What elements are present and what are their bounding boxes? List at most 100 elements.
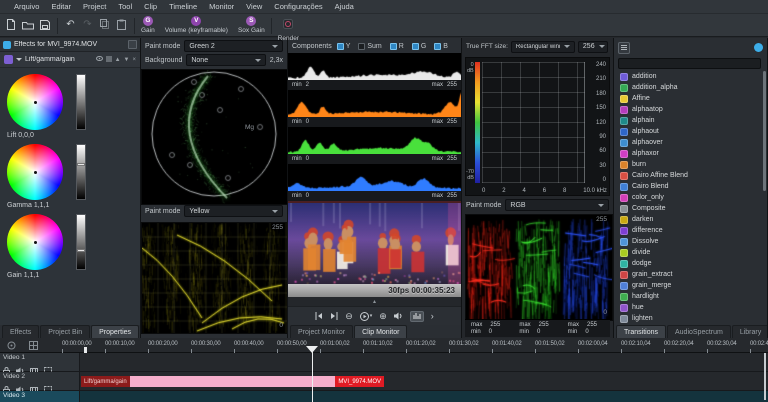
zone-start-button[interactable]	[315, 312, 323, 320]
component-checkbox[interactable]: B	[434, 43, 448, 50]
timeline-track[interactable]: Video 3	[0, 391, 768, 402]
play-button[interactable]: ▾	[360, 312, 373, 321]
transition-list-item[interactable]: hue	[616, 302, 761, 313]
show-effect-icon[interactable]	[96, 56, 103, 63]
transition-search-input[interactable]	[618, 58, 761, 69]
render-button[interactable]: Render	[278, 16, 299, 42]
undock-button[interactable]	[128, 40, 137, 49]
menu-item[interactable]: Clip	[138, 0, 163, 13]
zone-end-button[interactable]	[330, 312, 338, 320]
transition-list-item[interactable]: divide	[616, 247, 761, 258]
transition-list-item[interactable]: alphaout	[616, 126, 761, 137]
vectorscope-background-select[interactable]: None	[186, 54, 265, 66]
fft-size-select[interactable]: 256	[578, 41, 608, 53]
transition-list-item[interactable]: alphaatop	[616, 104, 761, 115]
wheel-slider[interactable]	[76, 74, 86, 130]
vectorscope-paint-mode-select[interactable]: Green 2	[184, 40, 283, 52]
color-wheel[interactable]	[7, 214, 63, 270]
wheel-slider[interactable]	[76, 144, 86, 200]
monitor-collapse-handle[interactable]: ▴	[288, 297, 461, 306]
transition-list-item[interactable]: burn	[616, 159, 761, 170]
timeline-clip[interactable]: Lift/gamma/gain MVI_9974.MOV	[81, 376, 384, 387]
audio-level-toggle[interactable]	[410, 311, 424, 322]
delete-effect-icon[interactable]: ×	[132, 57, 136, 63]
dock-tab[interactable]: Effects	[2, 325, 39, 338]
copy-icon[interactable]	[98, 18, 111, 31]
effect-button[interactable]: S Sox Gain	[238, 16, 265, 34]
list-view-icon[interactable]	[618, 42, 630, 54]
transition-list-item[interactable]: alphain	[616, 115, 761, 126]
effect-button[interactable]: V Volume (keyframable)	[165, 16, 228, 34]
open-folder-icon[interactable]	[21, 18, 34, 31]
list-scrollbar[interactable]	[763, 71, 766, 191]
paste-icon[interactable]	[115, 18, 128, 31]
undo-icon[interactable]: ↶	[64, 18, 77, 31]
transition-list-item[interactable]: dodge	[616, 258, 761, 269]
component-checkbox[interactable]: G	[412, 43, 426, 50]
effect-button[interactable]: G Gain	[141, 16, 155, 34]
transition-list-item[interactable]: color_only	[616, 192, 761, 203]
transition-list-item[interactable]: difference	[616, 225, 761, 236]
menu-item[interactable]: Tool	[112, 0, 138, 13]
previous-frame-button[interactable]: ⊖	[345, 312, 353, 321]
move-up-icon[interactable]: ▲	[115, 57, 121, 63]
transition-list-item[interactable]: hardlight	[616, 291, 761, 302]
track-header[interactable]: Video 2	[0, 372, 80, 390]
dock-tab[interactable]: Library	[732, 325, 768, 338]
transition-list-item[interactable]: addition	[616, 71, 761, 82]
transition-list-item[interactable]: grain_merge	[616, 280, 761, 291]
menu-item[interactable]: Arquivo	[8, 0, 45, 13]
fft-window-select[interactable]: Rectangular window	[511, 41, 575, 53]
transition-list-item[interactable]: addition_alpha	[616, 82, 761, 93]
component-checkbox[interactable]: Sum	[358, 43, 381, 50]
mute-button[interactable]	[394, 312, 403, 320]
next-frame-button[interactable]: ⊕	[379, 312, 387, 321]
preset-menu-icon[interactable]	[106, 56, 112, 64]
monitor-tab[interactable]: Project Monitor	[290, 325, 353, 338]
transition-list-item[interactable]: Dissolve	[616, 236, 761, 247]
timeline-target-icon[interactable]	[6, 340, 17, 351]
dock-tab[interactable]: Transitions	[616, 325, 666, 338]
color-wheel[interactable]	[7, 74, 63, 130]
overflow-chevron-icon[interactable]: ›	[431, 312, 434, 321]
color-wheel[interactable]	[7, 144, 63, 200]
timeline-ruler[interactable]: 00:00:00,0000:00:10,0000:00:20,0000:00:3…	[0, 338, 768, 353]
wheel-slider[interactable]	[76, 214, 86, 270]
menu-item[interactable]: Project	[77, 0, 112, 13]
redo-icon[interactable]: ↷	[81, 18, 94, 31]
timeline-track[interactable]: Video 1	[0, 353, 768, 372]
new-document-icon[interactable]	[4, 18, 17, 31]
transition-list-item[interactable]: Affine	[616, 93, 761, 104]
info-icon[interactable]	[754, 43, 763, 52]
move-down-icon[interactable]: ▼	[124, 57, 130, 63]
dock-tab[interactable]: Project Bin	[40, 325, 90, 338]
dock-tab[interactable]: Properties	[91, 325, 139, 338]
transition-list-item[interactable]: Composite	[616, 203, 761, 214]
parade-paint-mode-select[interactable]: RGB	[505, 199, 609, 211]
transition-list-item[interactable]: darken	[616, 214, 761, 225]
menu-item[interactable]: Monitor	[203, 0, 240, 13]
menu-item[interactable]: Editar	[45, 0, 77, 13]
save-icon[interactable]	[38, 18, 51, 31]
timeline-grid-icon[interactable]	[28, 340, 39, 351]
timeline-scrollbar[interactable]	[764, 353, 766, 400]
transition-list-item[interactable]: alphaover	[616, 137, 761, 148]
menu-item[interactable]: View	[240, 0, 268, 13]
effect-header[interactable]: Lift/gamma/gain ▲ ▼ ×	[0, 52, 140, 68]
transition-list-item[interactable]: Cairo Blend	[616, 181, 761, 192]
menu-item[interactable]: Configurações	[268, 0, 328, 13]
transition-list-item[interactable]: lighten	[616, 313, 761, 323]
dock-tab[interactable]: AudioSpectrum	[667, 325, 731, 338]
transition-list-item[interactable]: grain_extract	[616, 269, 761, 280]
track-header[interactable]: Video 1	[0, 353, 80, 371]
component-checkbox[interactable]: R	[390, 43, 404, 50]
waveform-paint-mode-select[interactable]: Yellow	[184, 205, 283, 217]
component-checkbox[interactable]: Y	[337, 43, 351, 50]
menu-item[interactable]: Timeline	[163, 0, 203, 13]
collapse-caret-icon[interactable]	[16, 58, 22, 61]
transition-list-item[interactable]: alphaxor	[616, 148, 761, 159]
transition-list-item[interactable]: Cairo Affine Blend	[616, 170, 761, 181]
menu-item[interactable]: Ajuda	[329, 0, 360, 13]
track-header[interactable]: Video 3	[0, 391, 80, 402]
monitor-tab[interactable]: Clip Monitor	[354, 325, 407, 338]
